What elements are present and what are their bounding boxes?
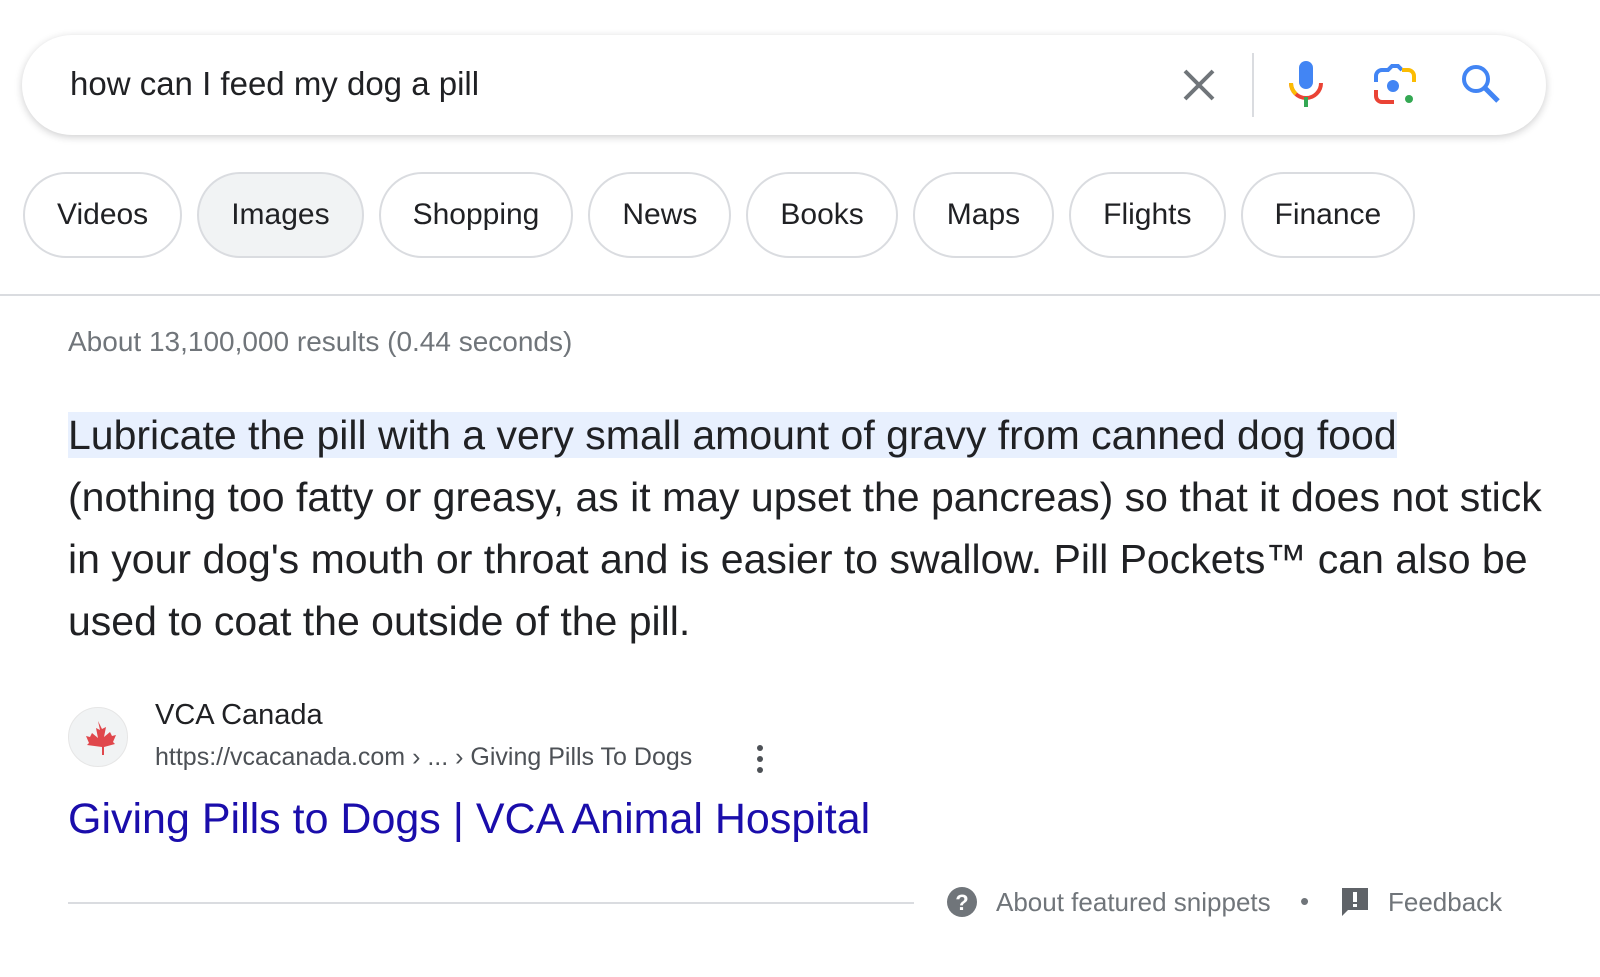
close-icon[interactable] — [1182, 68, 1216, 102]
filter-chips: Videos Images Shopping News Books Maps F… — [23, 172, 1416, 258]
help-icon: ? — [947, 887, 977, 917]
maple-leaf-icon — [86, 721, 116, 755]
svg-text:?: ? — [955, 890, 968, 915]
chip-flights[interactable]: Flights — [1069, 172, 1226, 258]
footer-divider — [68, 902, 914, 904]
source-site-name: VCA Canada — [155, 699, 323, 731]
featured-snippet: Lubricate the pill with a very small amo… — [68, 404, 1548, 652]
chip-finance[interactable]: Finance — [1240, 172, 1416, 258]
chip-videos[interactable]: Videos — [23, 172, 183, 258]
feedback-label: Feedback — [1388, 886, 1503, 917]
feedback-icon — [1342, 888, 1368, 916]
search-box[interactable]: how can I feed my dog a pill — [22, 35, 1546, 135]
result-stats: About 13,100,000 results (0.44 seconds) — [68, 326, 573, 357]
chip-maps[interactable]: Maps — [912, 172, 1055, 258]
snippet-highlight: Lubricate the pill with a very small amo… — [68, 412, 1397, 458]
divider — [1252, 53, 1254, 117]
favicon — [68, 707, 128, 767]
source-url: https://vcacanada.com › ... › Giving Pil… — [155, 743, 693, 771]
lens-camera-icon[interactable] — [1372, 64, 1418, 108]
chip-news[interactable]: News — [588, 172, 732, 258]
chip-images[interactable]: Images — [197, 172, 364, 258]
chip-shopping[interactable]: Shopping — [378, 172, 574, 258]
result-title-link[interactable]: Giving Pills to Dogs | VCA Animal Hospit… — [68, 795, 870, 844]
search-input[interactable]: how can I feed my dog a pill — [70, 65, 479, 103]
about-featured-snippets-link[interactable]: ? About featured snippets — [946, 886, 1271, 918]
feedback-link[interactable]: Feedback — [1340, 886, 1502, 918]
snippet-text: (nothing too fatty or greasy, as it may … — [68, 474, 1542, 644]
header-divider — [0, 294, 1600, 296]
chip-books[interactable]: Books — [746, 172, 898, 258]
about-label: About featured snippets — [996, 886, 1271, 917]
search-icon[interactable] — [1460, 63, 1502, 105]
microphone-icon[interactable] — [1288, 59, 1324, 109]
separator-dot: • — [1300, 886, 1310, 916]
more-options-icon[interactable] — [752, 744, 768, 774]
